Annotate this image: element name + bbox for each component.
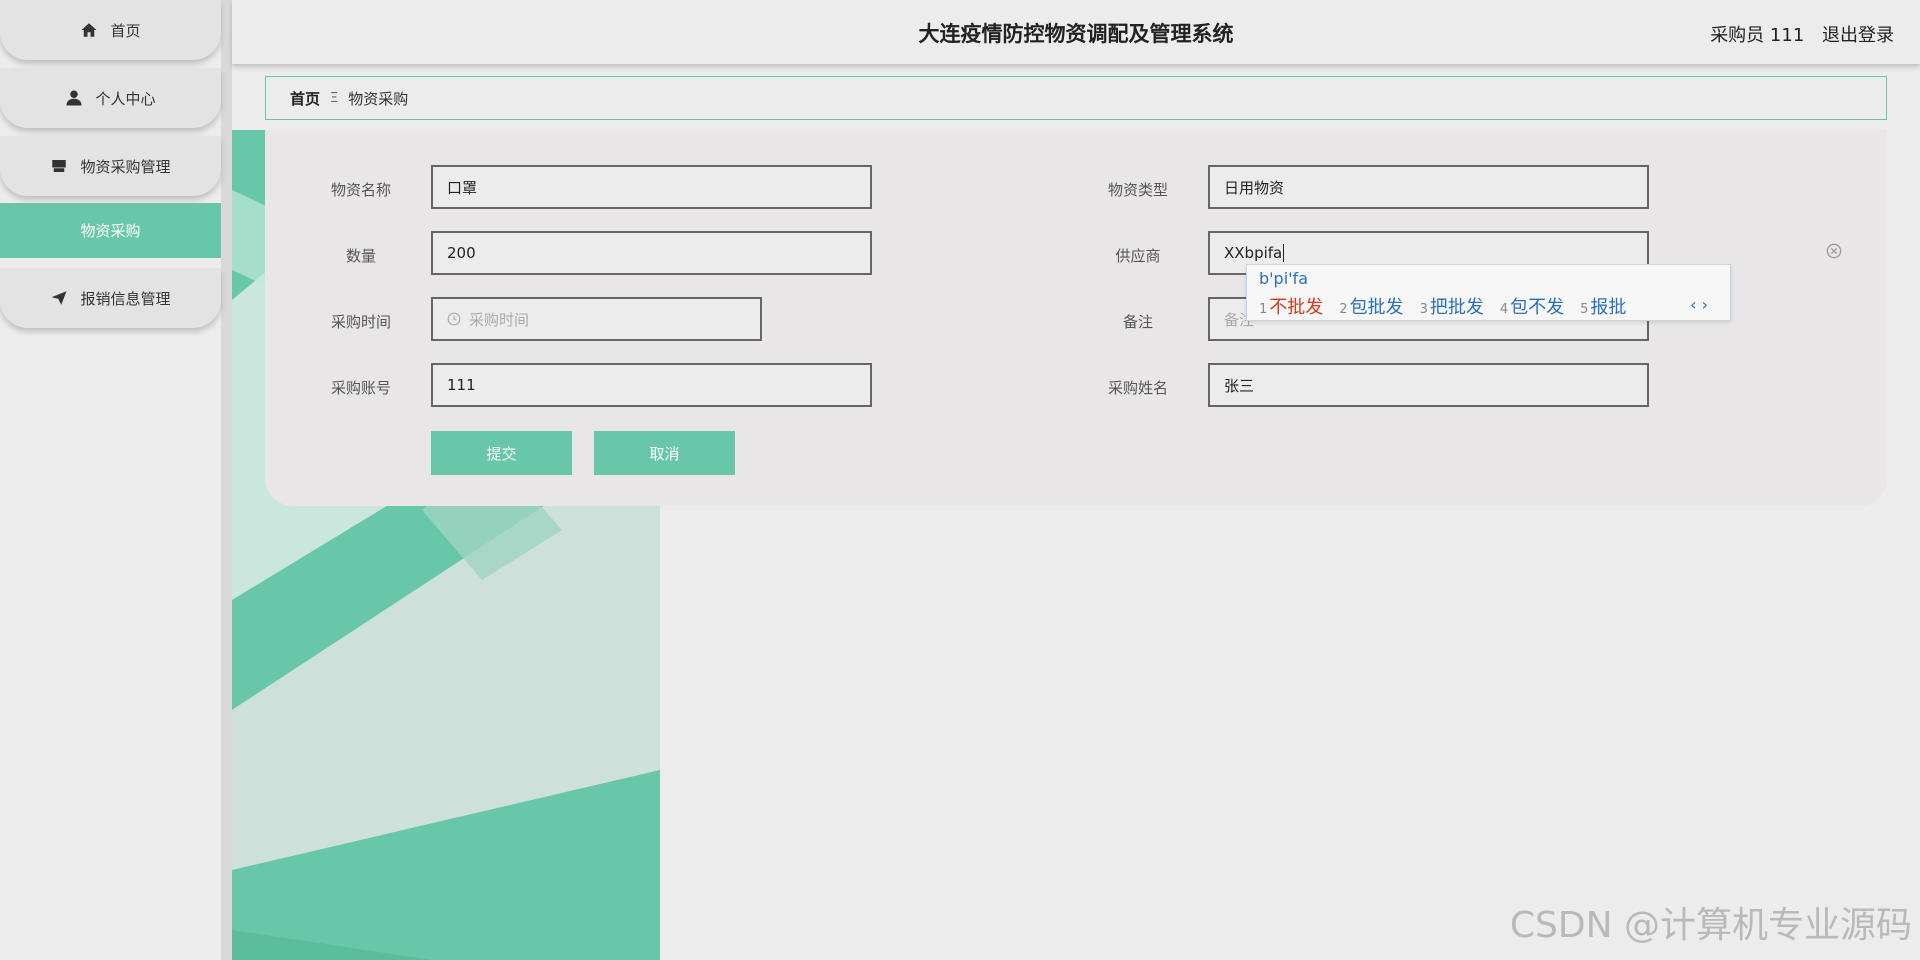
text-caret bbox=[1283, 244, 1285, 262]
user-icon bbox=[65, 89, 83, 107]
ime-candidate[interactable]: 3 把批发 bbox=[1420, 293, 1484, 319]
sidebar-item-label: 物资采购管理 bbox=[80, 157, 171, 176]
remark-label: 备注 bbox=[1122, 313, 1153, 331]
sidebar-item-label: 物资采购 bbox=[80, 222, 141, 240]
cancel-button[interactable]: 取消 bbox=[594, 431, 735, 475]
buyer-input[interactable]: 张三 bbox=[1208, 363, 1649, 407]
send-icon bbox=[50, 289, 68, 307]
logout-link[interactable]: 退出登录 bbox=[1822, 25, 1894, 46]
breadcrumb: 首页 Ξ 物资采购 bbox=[265, 76, 1887, 120]
ime-popup: b'pi'fa 1 不批发 2 包批发 3 把批发 4 包不发 5 报批 ‹ › bbox=[1246, 264, 1731, 321]
watermark: CSDN @计算机专业源码 bbox=[1509, 905, 1912, 946]
sidebar-item-purchase[interactable]: 物资采购 bbox=[0, 203, 221, 258]
time-placeholder: 采购时间 bbox=[469, 310, 530, 329]
breadcrumb-current: 物资采购 bbox=[348, 89, 409, 108]
ime-candidate[interactable]: 2 包批发 bbox=[1339, 293, 1403, 319]
clock-icon bbox=[447, 312, 461, 326]
time-input[interactable]: 采购时间 bbox=[431, 297, 762, 341]
type-label: 物资类型 bbox=[1107, 181, 1168, 199]
ime-pinyin: b'pi'fa bbox=[1259, 269, 1308, 288]
home-icon bbox=[80, 21, 98, 39]
breadcrumb-separator: Ξ bbox=[330, 90, 339, 106]
account-input[interactable]: 111 bbox=[431, 363, 872, 407]
sidebar-item-label: 首页 bbox=[110, 21, 141, 40]
supplier-value: XXbpifa bbox=[1224, 244, 1283, 262]
header: 大连疫情防控物资调配及管理系统 采购员 111 退出登录 bbox=[232, 0, 1920, 64]
ime-candidate[interactable]: 1 不批发 bbox=[1259, 293, 1323, 319]
breadcrumb-home[interactable]: 首页 bbox=[290, 88, 320, 109]
sidebar-item-profile[interactable]: 个人中心 bbox=[0, 68, 221, 128]
sidebar-item-label: 报销信息管理 bbox=[80, 289, 171, 308]
ime-candidate[interactable]: 5 报批 bbox=[1580, 293, 1626, 319]
header-user-area: 采购员 111 退出登录 bbox=[1698, 21, 1894, 47]
clear-icon[interactable] bbox=[1826, 243, 1842, 259]
sidebar-item-purchase-management[interactable]: 物资采购管理 bbox=[0, 136, 221, 196]
store-icon bbox=[50, 157, 68, 175]
buyer-label: 采购姓名 bbox=[1107, 379, 1168, 397]
ime-candidate-list: 1 不批发 2 包批发 3 把批发 4 包不发 5 报批 bbox=[1259, 293, 1626, 319]
page-title: 大连疫情防控物资调配及管理系统 bbox=[918, 22, 1234, 46]
user-role: 采购员 111 bbox=[1710, 25, 1805, 46]
submit-button[interactable]: 提交 bbox=[431, 431, 572, 475]
type-input[interactable]: 日用物资 bbox=[1208, 165, 1649, 209]
qty-label: 数量 bbox=[345, 247, 376, 265]
sidebar-item-label: 个人中心 bbox=[95, 89, 156, 108]
sidebar-item-home[interactable]: 首页 bbox=[0, 0, 221, 60]
account-label: 采购账号 bbox=[330, 379, 391, 397]
sidebar: 首页 个人中心 物资采购管理 物资采购 报销信息管理 bbox=[0, 0, 232, 960]
supplier-label: 供应商 bbox=[1115, 247, 1161, 265]
qty-input[interactable]: 200 bbox=[431, 231, 872, 275]
ime-page-nav[interactable]: ‹ › bbox=[1690, 295, 1708, 314]
ime-candidate[interactable]: 4 包不发 bbox=[1500, 293, 1564, 319]
time-label: 采购时间 bbox=[330, 313, 391, 331]
sidebar-item-reimbursement[interactable]: 报销信息管理 bbox=[0, 268, 221, 328]
name-input[interactable]: 口罩 bbox=[431, 165, 872, 209]
name-label: 物资名称 bbox=[330, 181, 391, 199]
